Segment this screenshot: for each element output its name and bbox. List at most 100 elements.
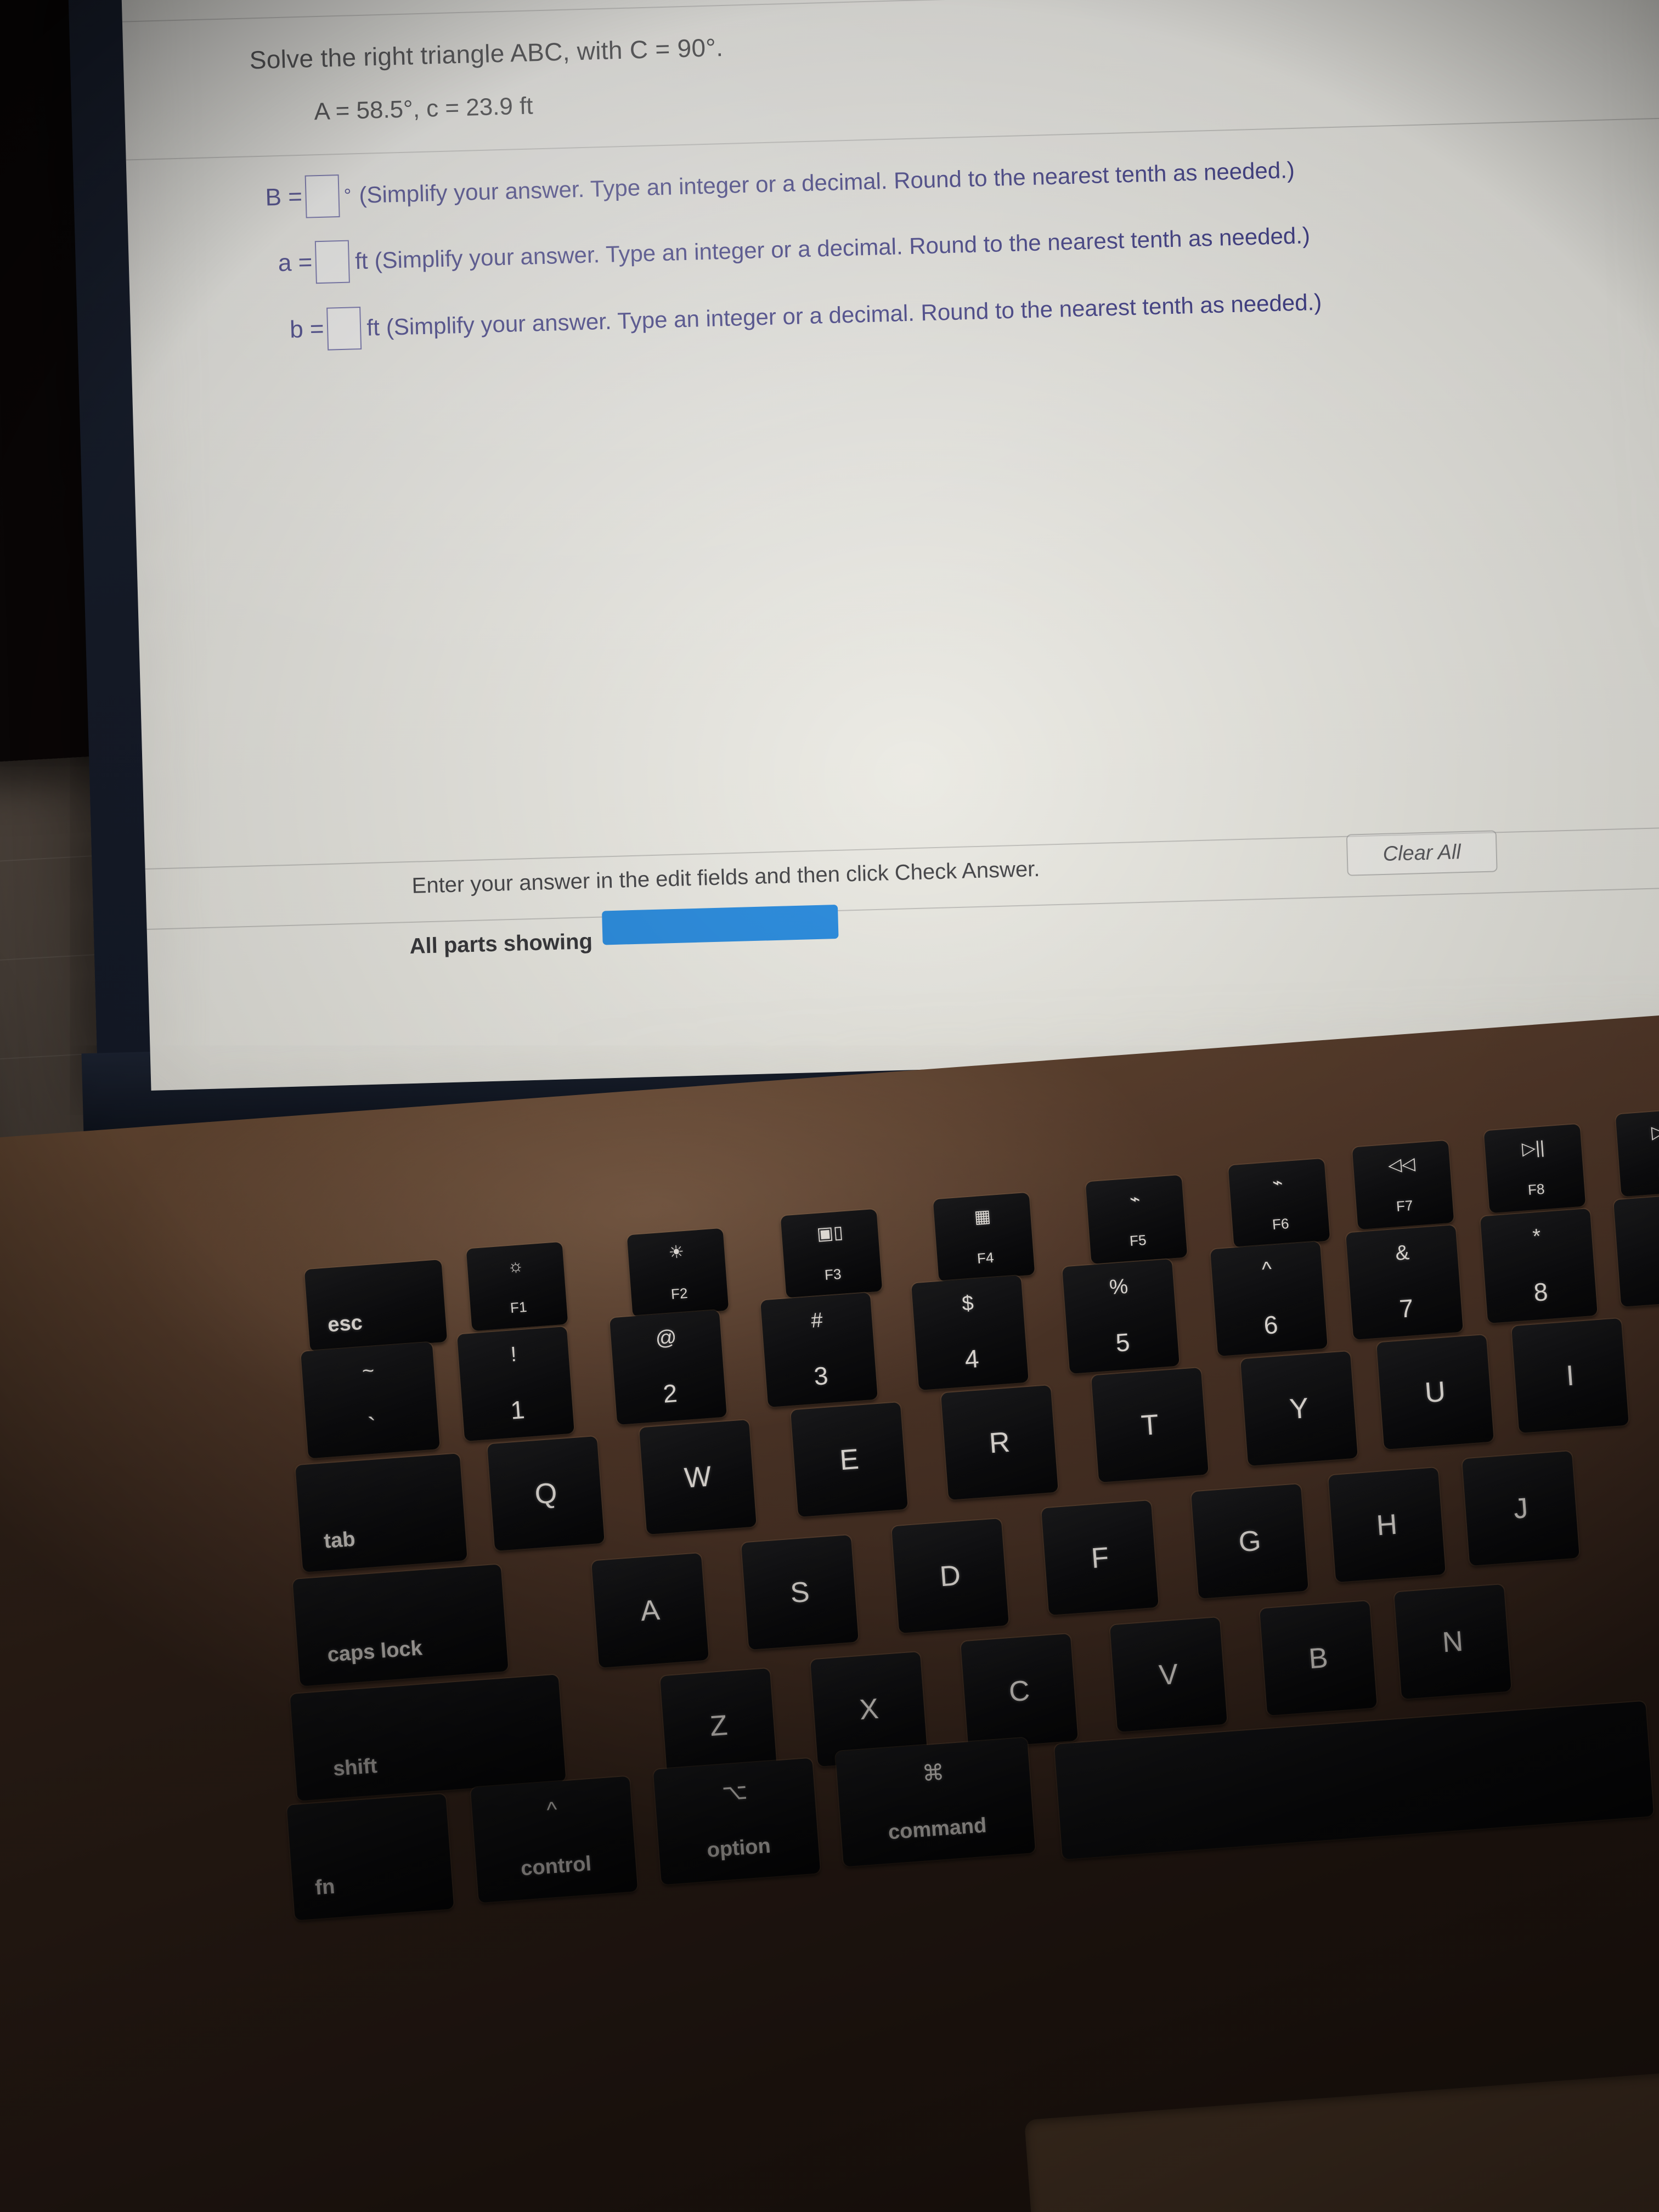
key-f6[interactable]: ⌁ F6 <box>1228 1158 1330 1248</box>
answer-input-b[interactable] <box>326 307 362 351</box>
key-option[interactable]: ⌥ option <box>653 1758 821 1885</box>
key-4-label: 4 <box>963 1344 980 1374</box>
laptop-screen: Solve the right triangle ABC, with C = 9… <box>119 0 1659 1091</box>
fast-forward-icon: ▷▷ <box>1650 1120 1659 1142</box>
key-f7-label: F7 <box>1396 1197 1414 1215</box>
command-icon: ⌘ <box>921 1760 945 1786</box>
key-backtick[interactable]: ~ ` <box>301 1342 440 1459</box>
answer-input-B[interactable] <box>304 174 340 218</box>
play-pause-icon: ▷|| <box>1521 1137 1545 1159</box>
answer-hint-text: Enter your answer in the edit fields and… <box>411 856 1040 898</box>
key-4[interactable]: $ 4 <box>911 1275 1029 1391</box>
key-h-label: H <box>1375 1508 1398 1542</box>
control-icon: ^ <box>546 1797 558 1823</box>
key-fn[interactable]: fn <box>286 1793 454 1921</box>
key-h[interactable]: H <box>1328 1467 1446 1583</box>
key-f4-label: F4 <box>977 1249 995 1267</box>
key-6-shift-label: ^ <box>1261 1257 1273 1282</box>
launchpad-icon: ▦ <box>973 1206 992 1227</box>
key-backtick-label: ` <box>366 1411 377 1441</box>
key-f8-label: F8 <box>1527 1180 1545 1198</box>
key-u[interactable]: U <box>1376 1334 1494 1450</box>
key-3-label: 3 <box>812 1361 830 1391</box>
key-2[interactable]: @ 2 <box>610 1310 727 1425</box>
clear-all-button[interactable]: Clear All <box>1346 830 1498 876</box>
key-control-label: control <box>520 1852 592 1881</box>
key-f1[interactable]: ☼ F1 <box>466 1242 568 1331</box>
key-backtick-shift-label: ~ <box>361 1359 375 1384</box>
key-j[interactable]: J <box>1462 1451 1579 1566</box>
key-f3[interactable]: ▣▯ F3 <box>780 1209 883 1299</box>
key-1-label: 1 <box>509 1395 526 1425</box>
answer-input-a[interactable] <box>315 240 351 284</box>
key-f9[interactable]: ▷▷ F9 <box>1615 1107 1659 1197</box>
key-1[interactable]: ! 1 <box>457 1326 574 1442</box>
key-caps-lock-label: caps lock <box>326 1637 424 1667</box>
key-esc[interactable]: esc <box>304 1260 448 1352</box>
key-b-label: B <box>1307 1641 1329 1675</box>
progress-bar[interactable] <box>602 904 839 945</box>
key-6[interactable]: ^ 6 <box>1210 1241 1328 1357</box>
answer-row-b: b = ft (Simplify your answer. Type an in… <box>289 281 1322 352</box>
key-w[interactable]: W <box>639 1419 757 1535</box>
key-s[interactable]: S <box>741 1534 859 1650</box>
key-q[interactable]: Q <box>487 1436 605 1551</box>
keyboard-backlight-up-icon: ⌁ <box>1271 1172 1284 1193</box>
key-7[interactable]: & 7 <box>1346 1224 1463 1340</box>
photo-of-laptop-screen: (-1665 ) (-a) = 651 5) 4+4 √3 Solve the … <box>0 0 1659 2212</box>
key-8[interactable]: * 8 <box>1480 1208 1598 1324</box>
key-4-shift-label: $ <box>961 1291 975 1316</box>
key-6-label: 6 <box>1262 1310 1279 1340</box>
key-7-label: 7 <box>1398 1293 1415 1323</box>
key-shift-left[interactable]: shift <box>290 1674 566 1801</box>
key-5[interactable]: % 5 <box>1062 1259 1180 1374</box>
key-8-label: 8 <box>1532 1277 1549 1307</box>
key-3[interactable]: # 3 <box>760 1292 878 1408</box>
key-f1-label: F1 <box>510 1298 528 1316</box>
answer-label-B: B = <box>264 183 303 211</box>
key-x-label: X <box>858 1692 880 1726</box>
key-v[interactable]: V <box>1110 1617 1227 1733</box>
key-z-label: Z <box>709 1709 729 1742</box>
key-n-label: N <box>1441 1625 1464 1658</box>
key-f-label: F <box>1090 1541 1110 1575</box>
key-control[interactable]: ^ control <box>470 1776 638 1903</box>
key-f7[interactable]: ◁◁ F7 <box>1352 1140 1454 1230</box>
key-2-label: 2 <box>662 1378 679 1408</box>
key-r[interactable]: R <box>941 1385 1058 1500</box>
key-f8[interactable]: ▷|| F8 <box>1483 1124 1586 1214</box>
key-esc-label: esc <box>326 1311 364 1337</box>
key-i[interactable]: I <box>1511 1318 1629 1434</box>
key-f3-label: F3 <box>824 1265 842 1283</box>
key-t[interactable]: T <box>1091 1367 1209 1483</box>
key-e-label: E <box>838 1443 860 1476</box>
key-e[interactable]: E <box>791 1402 908 1517</box>
key-f5[interactable]: ⌁ F5 <box>1085 1175 1188 1265</box>
key-n[interactable]: N <box>1394 1584 1511 1700</box>
answer-row-B: B = ° (Simplify your answer. Type an int… <box>265 149 1295 219</box>
key-c-label: C <box>1008 1674 1031 1708</box>
key-shift-label: shift <box>332 1754 378 1781</box>
problem-title: Solve the right triangle ABC, with C = 9… <box>249 32 724 75</box>
key-9[interactable]: ( 9 <box>1613 1192 1659 1307</box>
key-fn-label: fn <box>314 1875 336 1900</box>
key-a[interactable]: A <box>591 1553 709 1668</box>
key-g[interactable]: G <box>1191 1483 1308 1599</box>
key-option-label: option <box>706 1835 772 1863</box>
key-y[interactable]: Y <box>1240 1351 1358 1466</box>
key-s-label: S <box>789 1576 811 1609</box>
key-w-label: W <box>683 1460 713 1494</box>
key-b[interactable]: B <box>1260 1600 1377 1716</box>
key-f[interactable]: F <box>1041 1500 1159 1616</box>
answer-unit-B: ° <box>343 184 352 206</box>
key-f4[interactable]: ▦ F4 <box>933 1192 1035 1282</box>
brightness-up-icon: ☀ <box>668 1242 685 1263</box>
key-caps-lock[interactable]: caps lock <box>292 1564 509 1686</box>
brightness-down-icon: ☼ <box>506 1255 524 1277</box>
key-f2[interactable]: ☀ F2 <box>627 1228 729 1318</box>
key-c[interactable]: C <box>961 1633 1078 1749</box>
key-command[interactable]: ⌘ command <box>835 1737 1036 1867</box>
key-d[interactable]: D <box>891 1518 1009 1634</box>
key-i-label: I <box>1565 1359 1576 1392</box>
key-tab[interactable]: tab <box>295 1453 467 1572</box>
